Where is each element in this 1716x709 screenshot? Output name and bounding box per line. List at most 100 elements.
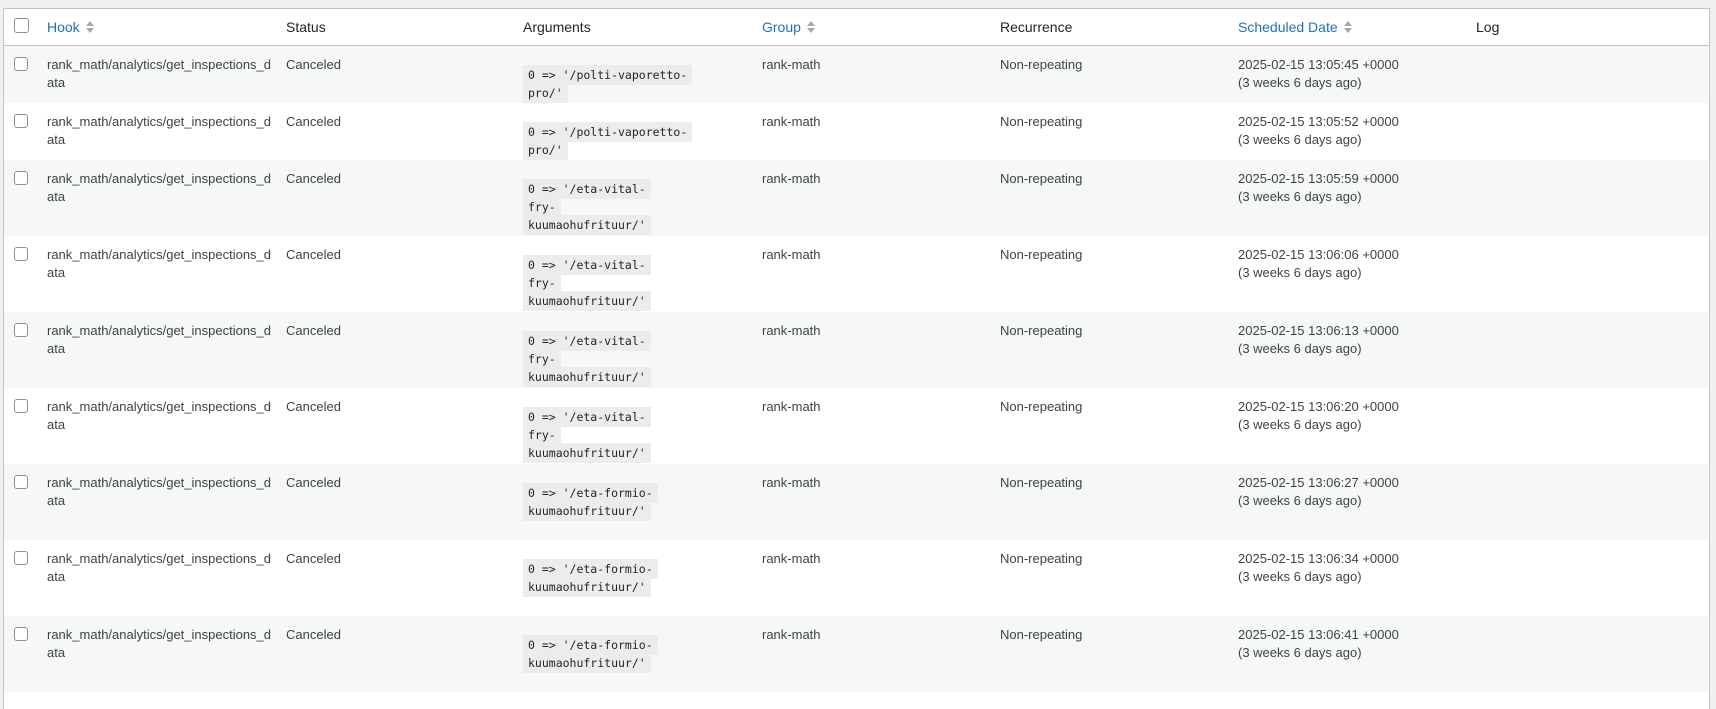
row-checkbox[interactable]	[14, 475, 28, 489]
group-cell: rank-math	[762, 551, 821, 566]
group-cell: rank-math	[762, 114, 821, 129]
scheduled-date-value: 2025-02-15 13:05:45 +0000	[1238, 57, 1399, 72]
scheduled-date-cell: 2025-02-15 13:06:27 +0000 (3 weeks 6 day…	[1232, 474, 1470, 509]
scheduled-date-relative: (3 weeks 6 days ago)	[1238, 340, 1362, 356]
arguments-column-label: Arguments	[523, 19, 591, 35]
table-row: rank_math/analytics/get_inspections_data…	[4, 236, 1709, 312]
scheduled-date-value: 2025-02-15 13:05:59 +0000	[1238, 171, 1399, 186]
status-column-label: Status	[286, 19, 326, 35]
arguments-cell: 0 => '/eta-vital-fry-kuumaohufrituur/'	[518, 170, 756, 235]
hook-cell: rank_math/analytics/get_inspections_data	[47, 551, 272, 584]
select-all-checkbox[interactable]	[14, 18, 29, 33]
scheduled-date-column-header[interactable]: Scheduled Date	[1232, 19, 1470, 35]
scheduled-date-cell: 2025-02-15 13:06:34 +0000 (3 weeks 6 day…	[1232, 550, 1470, 585]
arguments-code: 0 => '/polti-vaporetto-pro/'	[523, 122, 693, 160]
recurrence-cell: Non-repeating	[1000, 114, 1083, 129]
arguments-column-header: Arguments	[518, 19, 756, 35]
status-cell: Canceled	[286, 475, 341, 490]
recurrence-cell: Non-repeating	[1000, 247, 1083, 262]
table-row: rank_math/analytics/get_inspections_data…	[4, 540, 1709, 616]
arguments-cell: 0 => '/eta-vital-fry-kuumaohufrituur/'	[518, 246, 756, 311]
sort-arrows-icon	[85, 21, 94, 33]
row-checkbox-cell	[4, 170, 42, 188]
recurrence-cell: Non-repeating	[1000, 551, 1083, 566]
row-checkbox[interactable]	[14, 627, 28, 641]
log-column-label: Log	[1476, 19, 1500, 35]
status-cell: Canceled	[286, 399, 341, 414]
scheduled-date-cell: 2025-02-15 13:05:52 +0000 (3 weeks 6 day…	[1232, 113, 1470, 148]
table-row: rank_math/analytics/get_inspections_data…	[4, 46, 1709, 103]
table-row: rank_math/analytics/get_inspections_data…	[4, 388, 1709, 464]
arguments-cell: 0 => '/eta-formio-kuumaohufrituur/'	[518, 550, 756, 597]
row-checkbox-cell	[4, 246, 42, 264]
hook-cell: rank_math/analytics/get_inspections_data	[47, 399, 272, 432]
scheduled-date-relative: (3 weeks 6 days ago)	[1238, 131, 1362, 147]
scheduled-date-value: 2025-02-15 13:06:20 +0000	[1238, 399, 1399, 414]
row-checkbox[interactable]	[14, 323, 28, 337]
scheduled-date-relative: (3 weeks 6 days ago)	[1238, 644, 1362, 660]
table-row: rank_math/analytics/get_inspections_data…	[4, 616, 1709, 692]
arguments-code: 0 => '/eta-formio-kuumaohufrituur/'	[523, 635, 658, 673]
scheduled-date-relative: (3 weeks 6 days ago)	[1238, 188, 1362, 204]
arguments-code: 0 => '/eta-vital-fry-kuumaohufrituur/'	[523, 255, 651, 311]
group-cell: rank-math	[762, 57, 821, 72]
scheduled-date-cell: 2025-02-15 13:05:59 +0000 (3 weeks 6 day…	[1232, 170, 1470, 205]
recurrence-column-label: Recurrence	[1000, 19, 1073, 35]
arguments-cell: 0 => '/polti-vaporetto-pro/'	[518, 56, 756, 103]
group-column-label: Group	[762, 19, 801, 35]
row-checkbox-cell	[4, 398, 42, 416]
status-cell: Canceled	[286, 247, 341, 262]
table-row: rank_math/analytics/get_inspections_data…	[4, 464, 1709, 540]
status-cell: Canceled	[286, 114, 341, 129]
recurrence-cell: Non-repeating	[1000, 627, 1083, 642]
hook-cell: rank_math/analytics/get_inspections_data	[47, 247, 272, 280]
arguments-code: 0 => '/polti-vaporetto-pro/'	[523, 65, 693, 103]
group-cell: rank-math	[762, 171, 821, 186]
row-checkbox[interactable]	[14, 551, 28, 565]
status-cell: Canceled	[286, 171, 341, 186]
scheduled-date-relative: (3 weeks 6 days ago)	[1238, 416, 1362, 432]
arguments-cell: 0 => '/polti-vaporetto-pro/'	[518, 113, 756, 160]
scheduled-date-cell: 2025-02-15 13:06:13 +0000 (3 weeks 6 day…	[1232, 322, 1470, 357]
row-checkbox-cell	[4, 113, 42, 131]
table-header: Hook Status Arguments Group Recurrence S…	[4, 9, 1709, 46]
scheduled-date-value: 2025-02-15 13:06:13 +0000	[1238, 323, 1399, 338]
recurrence-cell: Non-repeating	[1000, 475, 1083, 490]
scheduled-date-column-label: Scheduled Date	[1238, 19, 1338, 35]
status-column-header: Status	[280, 19, 518, 35]
row-checkbox[interactable]	[14, 247, 28, 261]
row-checkbox-cell	[4, 56, 42, 74]
arguments-code: 0 => '/eta-vital-fry-kuumaohufrituur/'	[523, 407, 651, 463]
row-checkbox[interactable]	[14, 171, 28, 185]
hook-cell: rank_math/analytics/get_inspections_data	[47, 475, 272, 508]
sort-arrows-icon	[1343, 21, 1352, 33]
status-cell: Canceled	[286, 627, 341, 642]
status-cell: Canceled	[286, 323, 341, 338]
arguments-code: 0 => '/eta-vital-fry-kuumaohufrituur/'	[523, 331, 651, 387]
arguments-cell: 0 => '/eta-formio-kuumaohufrituur/'	[518, 474, 756, 521]
scheduled-date-relative: (3 weeks 6 days ago)	[1238, 492, 1362, 508]
row-checkbox-cell	[4, 322, 42, 340]
row-checkbox[interactable]	[14, 399, 28, 413]
group-column-header[interactable]: Group	[756, 19, 994, 35]
scheduled-date-value: 2025-02-15 13:06:06 +0000	[1238, 247, 1399, 262]
arguments-cell: 0 => '/eta-vital-fry-kuumaohufrituur/'	[518, 398, 756, 463]
table-body: rank_math/analytics/get_inspections_data…	[4, 46, 1709, 692]
scheduled-date-cell: 2025-02-15 13:06:41 +0000 (3 weeks 6 day…	[1232, 626, 1470, 661]
hook-column-header[interactable]: Hook	[42, 19, 280, 35]
scheduled-date-value: 2025-02-15 13:06:34 +0000	[1238, 551, 1399, 566]
table-row: rank_math/analytics/get_inspections_data…	[4, 312, 1709, 388]
scheduled-date-cell: 2025-02-15 13:05:45 +0000 (3 weeks 6 day…	[1232, 56, 1470, 91]
row-checkbox[interactable]	[14, 57, 28, 71]
recurrence-cell: Non-repeating	[1000, 57, 1083, 72]
group-cell: rank-math	[762, 475, 821, 490]
scheduled-date-cell: 2025-02-15 13:06:06 +0000 (3 weeks 6 day…	[1232, 246, 1470, 281]
scheduled-date-relative: (3 weeks 6 days ago)	[1238, 264, 1362, 280]
arguments-cell: 0 => '/eta-formio-kuumaohufrituur/'	[518, 626, 756, 673]
row-checkbox-cell	[4, 626, 42, 644]
sort-arrows-icon	[806, 21, 815, 33]
log-column-header: Log	[1470, 19, 1709, 35]
hook-column-label: Hook	[47, 19, 80, 35]
row-checkbox[interactable]	[14, 114, 28, 128]
hook-cell: rank_math/analytics/get_inspections_data	[47, 627, 272, 660]
